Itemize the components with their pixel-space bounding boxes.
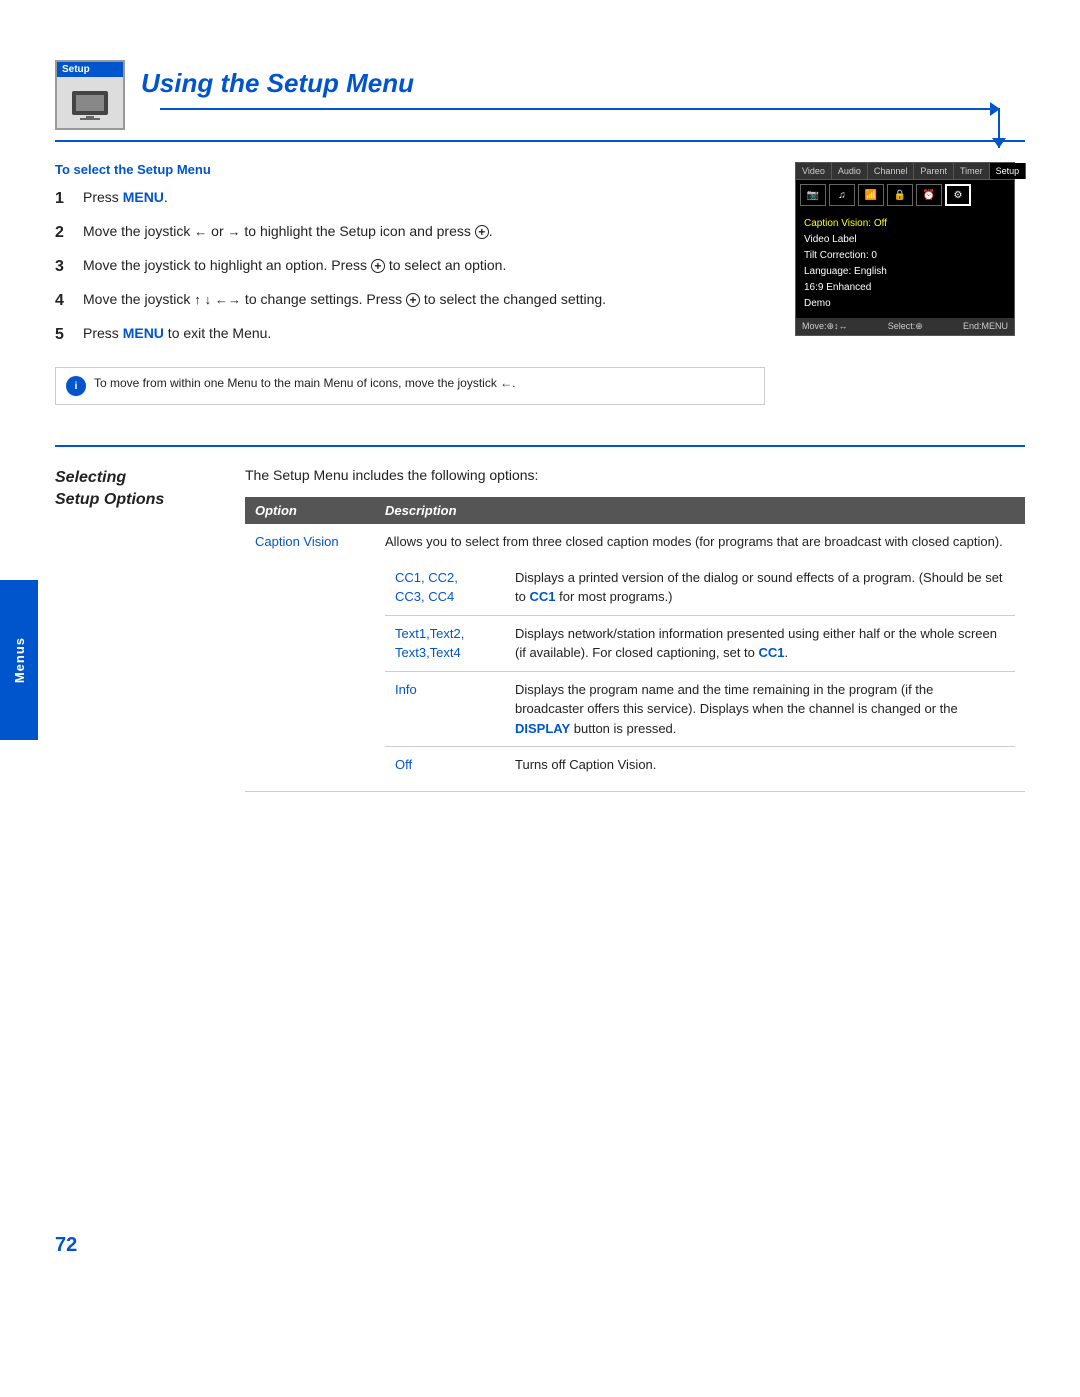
page-number: 72 <box>55 1234 77 1257</box>
menu-item-demo: Demo <box>804 296 1006 312</box>
menu-screenshot: Video Audio Channel Parent Timer Setup 📷… <box>795 162 1015 336</box>
option-name-caption-vision: Caption Vision <box>245 524 375 791</box>
instructions-col: To select the Setup Menu 1 Press MENU. 2… <box>55 162 765 415</box>
menu-tab-audio: Audio <box>832 163 868 179</box>
instructions-subtitle: To select the Setup Menu <box>55 162 765 177</box>
step-num-3: 3 <box>55 255 73 279</box>
menu-item-tilt: Tilt Correction: 0 <box>804 248 1006 264</box>
sub-opt-off-desc: Turns off Caption Vision. <box>505 747 1015 783</box>
note-text: To move from within one Menu to the main… <box>94 376 516 390</box>
menu-footer: Move:⊕↕↔ Select:⊕ End:MENU <box>796 318 1014 335</box>
sub-row-info: Info Displays the program name and the t… <box>385 671 1015 747</box>
step-2: 2 Move the joystick ← or → to highlight … <box>55 221 765 245</box>
menu-tab-parent: Parent <box>914 163 954 179</box>
sub-opt-text-name: Text1,Text2,Text3,Text4 <box>385 615 505 671</box>
menu-footer-move: Move:⊕↕↔ <box>802 321 848 332</box>
options-table-header: Option Description <box>245 497 1025 524</box>
right-content-col: The Setup Menu includes the following op… <box>245 467 1025 792</box>
setup-icon-image <box>57 77 123 128</box>
option-desc-caption-vision: Allows you to select from three closed c… <box>375 524 1025 791</box>
menu-tab-timer: Timer <box>954 163 990 179</box>
note-icon: i <box>66 376 86 396</box>
sub-row-text: Text1,Text2,Text3,Text4 Displays network… <box>385 615 1015 671</box>
step-text-5: Press MENU to exit the Menu. <box>83 323 271 347</box>
step-num-5: 5 <box>55 323 73 347</box>
sub-opt-info-name: Info <box>385 671 505 747</box>
step-text-4: Move the joystick ↑ ↓ ←→ to change setti… <box>83 289 606 313</box>
menu-icons-row: 📷 ♫ 📶 🔒 ⏰ ⚙ <box>796 180 1014 210</box>
menu-item-video-label: Video Label <box>804 232 1006 248</box>
menu-tab-channel: Channel <box>868 163 915 179</box>
left-label-col: Selecting Setup Options <box>55 467 215 792</box>
menu-tab-video: Video <box>796 163 832 179</box>
step-4: 4 Move the joystick ↑ ↓ ←→ to change set… <box>55 289 765 313</box>
step-num-2: 2 <box>55 221 73 245</box>
sub-opt-cc-name: CC1, CC2,CC3, CC4 <box>385 560 505 616</box>
col-description: Description <box>375 497 1025 524</box>
step-5: 5 Press MENU to exit the Menu. <box>55 323 765 347</box>
instructions-row: To select the Setup Menu 1 Press MENU. 2… <box>55 162 1025 415</box>
menu-item-enhanced: 16:9 Enhanced <box>804 280 1006 296</box>
sub-row-off: Off Turns off Caption Vision. <box>385 747 1015 783</box>
sub-opt-text-desc: Displays network/station information pre… <box>505 615 1015 671</box>
menu-icon-setup: ⚙ <box>945 184 971 206</box>
sub-opt-cc-desc: Displays a printed version of the dialog… <box>505 560 1015 616</box>
step-num-1: 1 <box>55 187 73 211</box>
menu-content: Caption Vision: Off Video Label Tilt Cor… <box>796 210 1014 318</box>
step-1: 1 Press MENU. <box>55 187 765 211</box>
setup-badge: Setup <box>57 62 123 77</box>
menu-icon-4: 🔒 <box>887 184 913 206</box>
step-text-3: Move the joystick to highlight an option… <box>83 255 506 279</box>
screenshot-col: Video Audio Channel Parent Timer Setup 📷… <box>795 162 1025 415</box>
step-text-2: Move the joystick ← or → to highlight th… <box>83 221 493 245</box>
menu-item-language: Language: English <box>804 264 1006 280</box>
sub-row-cc: CC1, CC2,CC3, CC4 Displays a printed ver… <box>385 560 1015 616</box>
page-title: Using the Setup Menu <box>141 68 414 99</box>
sub-options-table: CC1, CC2,CC3, CC4 Displays a printed ver… <box>385 560 1015 783</box>
setup-gear-icon <box>70 83 110 123</box>
menu-icon-5: ⏰ <box>916 184 942 206</box>
options-table: Option Description Caption Vision Allows… <box>245 497 1025 792</box>
menu-keyword-5: MENU <box>123 325 164 341</box>
menu-item-caption: Caption Vision: Off <box>804 216 1006 232</box>
selecting-setup-section: Selecting Setup Options The Setup Menu i… <box>55 467 1025 792</box>
menu-icon-2: ♫ <box>829 184 855 206</box>
step-text-1: Press MENU. <box>83 187 168 211</box>
step-3: 3 Move the joystick to highlight an opti… <box>55 255 765 279</box>
note-box: i To move from within one Menu to the ma… <box>55 367 765 405</box>
step-list: 1 Press MENU. 2 Move the joystick ← or →… <box>55 187 765 347</box>
menu-tab-setup: Setup <box>990 163 1027 179</box>
menu-icon-3: 📶 <box>858 184 884 206</box>
menu-footer-select: Select:⊕ <box>888 321 923 332</box>
header-section: Setup Using the Setup Menu <box>55 60 1025 142</box>
sub-opt-off-name: Off <box>385 747 505 783</box>
menu-tabs-bar: Video Audio Channel Parent Timer Setup <box>796 163 1014 180</box>
sub-opt-info-desc: Displays the program name and the time r… <box>505 671 1015 747</box>
options-table-body: Caption Vision Allows you to select from… <box>245 524 1025 791</box>
step-num-4: 4 <box>55 289 73 313</box>
intro-text: The Setup Menu includes the following op… <box>245 467 1025 483</box>
menus-tab: Menus <box>0 580 38 740</box>
menus-tab-label: Menus <box>12 637 27 683</box>
col-option: Option <box>245 497 375 524</box>
menu-icon-1: 📷 <box>800 184 826 206</box>
setup-icon: Setup <box>55 60 125 130</box>
row-caption-vision: Caption Vision Allows you to select from… <box>245 524 1025 791</box>
decorative-arrow-line <box>160 108 1000 110</box>
decorative-arrow-down <box>998 108 1000 148</box>
menu-keyword-1: MENU <box>123 189 164 205</box>
selecting-heading: Selecting Setup Options <box>55 467 215 512</box>
section-divider <box>55 445 1025 447</box>
menu-footer-end: End:MENU <box>963 321 1008 332</box>
